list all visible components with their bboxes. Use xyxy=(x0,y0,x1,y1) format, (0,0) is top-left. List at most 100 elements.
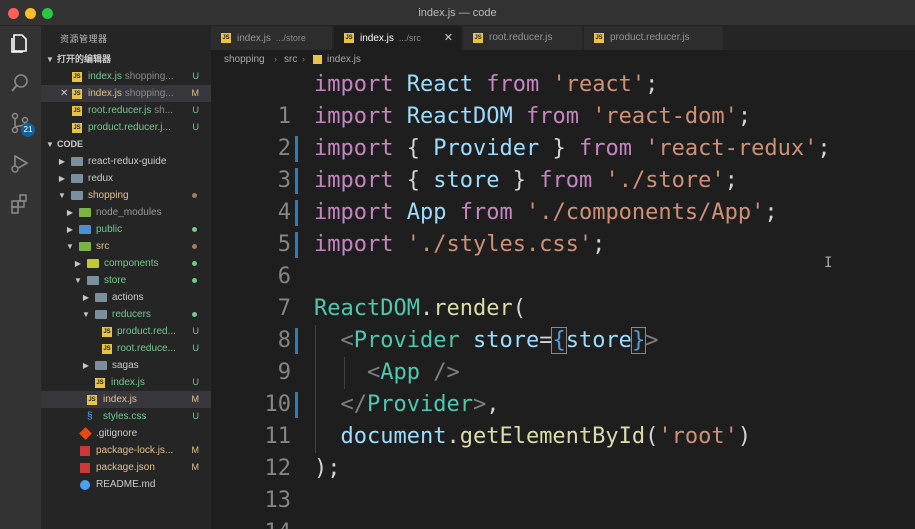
tree-folder[interactable]: ▼ store xyxy=(41,272,211,289)
tree-folder[interactable]: ▶ redux xyxy=(41,170,211,187)
search-icon[interactable] xyxy=(9,72,31,94)
open-editor-item[interactable]: JS product.reducer.j... U xyxy=(41,119,211,136)
close-tab-icon[interactable]: ✕ xyxy=(444,26,453,50)
code-line: 10 <App /> xyxy=(211,357,915,417)
code-line: 4 import { store } from './store'; xyxy=(211,165,915,225)
title-bar: index.js — code xyxy=(0,0,915,26)
git-modified-gutter xyxy=(295,392,298,418)
open-editor-item[interactable]: ✕ JS index.js shopping... M xyxy=(41,85,211,102)
tree-file[interactable]: § styles.css U xyxy=(41,408,211,425)
code-line: 8 ReactDOM.render( xyxy=(211,293,915,353)
css-file-icon: § xyxy=(87,411,93,422)
tree-file[interactable]: package-lock.js... M xyxy=(41,442,211,459)
git-modified-gutter xyxy=(295,328,298,354)
open-editor-item[interactable]: JS root.reducer.js sh... U xyxy=(41,102,211,119)
breadcrumb-separator: › xyxy=(302,54,305,64)
breadcrumb-item[interactable]: src xyxy=(284,50,297,69)
tab-root-reducer[interactable]: JS root.reducer.js xyxy=(463,26,583,50)
folder-open-icon xyxy=(79,242,91,251)
code-line: 7 xyxy=(211,261,915,321)
open-editor-item[interactable]: JS index.js shopping... U xyxy=(41,68,211,85)
untracked-dot xyxy=(192,227,197,232)
js-file-icon: JS xyxy=(344,33,354,43)
chevron-down-icon: ▼ xyxy=(46,55,54,64)
js-file-icon: JS xyxy=(95,378,105,388)
git-modified-gutter xyxy=(295,136,298,162)
git-file-icon xyxy=(79,427,92,440)
git-modified-gutter xyxy=(295,200,298,226)
tree-folder[interactable]: ▶ sagas xyxy=(41,357,211,374)
close-icon[interactable]: ✕ xyxy=(60,85,68,102)
chevron-right-icon: ▶ xyxy=(66,208,74,217)
tab-index-src[interactable]: JS index.js .../src ✕ xyxy=(334,26,462,50)
code-line: 3 import { Provider } from 'react-redux'… xyxy=(211,133,915,193)
code-line: 13 ); xyxy=(211,453,915,513)
chevron-down-icon: ▼ xyxy=(74,276,82,285)
breadcrumb-separator: › xyxy=(274,54,277,64)
tree-file[interactable]: JS product.red... U xyxy=(41,323,211,340)
chevron-right-icon: ▶ xyxy=(74,259,82,268)
git-modified-gutter xyxy=(295,168,298,194)
folder-icon xyxy=(79,225,91,234)
chevron-down-icon: ▼ xyxy=(82,310,90,319)
js-file-icon: JS xyxy=(102,327,112,337)
breadcrumb-item[interactable]: index.js xyxy=(327,50,361,69)
tree-folder[interactable]: ▶ actions xyxy=(41,289,211,306)
line-number: 14 xyxy=(241,517,292,529)
code-line: 14 xyxy=(211,485,915,529)
folder-open-icon xyxy=(95,310,107,319)
chevron-right-icon: ▶ xyxy=(66,225,74,234)
tree-folder[interactable]: ▶ components xyxy=(41,255,211,272)
tree-folder[interactable]: ▶ react-redux-guide xyxy=(41,153,211,170)
code-line: 2 import ReactDOM from 'react-dom'; xyxy=(211,101,915,161)
window-title: index.js — code xyxy=(418,7,497,19)
activity-bar: 21 xyxy=(0,26,41,529)
folder-icon xyxy=(71,174,83,183)
npm-file-icon xyxy=(80,446,90,456)
extensions-icon[interactable] xyxy=(9,192,31,214)
code-editor[interactable]: 1 import React from 'react'; 2 import Re… xyxy=(211,69,915,529)
code-line: 6 import './styles.css'; xyxy=(211,229,915,289)
tree-folder[interactable]: ▼ shopping xyxy=(41,187,211,204)
js-file-icon: JS xyxy=(473,33,483,43)
tree-file[interactable]: JS root.reduce... U xyxy=(41,340,211,357)
js-file-icon: JS xyxy=(72,72,82,82)
tree-file[interactable]: README.md xyxy=(41,476,211,493)
tree-folder[interactable]: ▶ node_modules xyxy=(41,204,211,221)
debug-icon[interactable] xyxy=(9,152,31,174)
code-line: 5 import App from './components/App'; xyxy=(211,197,915,257)
folder-open-icon xyxy=(71,191,83,200)
code-line: 11 </Provider>, xyxy=(211,389,915,449)
folder-icon xyxy=(95,361,107,370)
tree-folder[interactable]: ▶ public xyxy=(41,221,211,238)
tree-file[interactable]: package.json M xyxy=(41,459,211,476)
js-file-icon: JS xyxy=(594,33,604,43)
js-file-icon: JS xyxy=(87,395,97,405)
tree-folder[interactable]: ▼ reducers xyxy=(41,306,211,323)
chevron-down-icon: ▼ xyxy=(66,242,74,251)
untracked-dot xyxy=(192,278,197,283)
chevron-right-icon: ▶ xyxy=(58,174,66,183)
folder-icon xyxy=(71,157,83,166)
tree-file[interactable]: .gitignore xyxy=(41,425,211,442)
mouse-cursor-icon: I xyxy=(824,255,833,271)
folder-icon xyxy=(87,259,99,268)
tab-product-reducer[interactable]: JS product.reducer.js xyxy=(584,26,724,50)
chevron-down-icon: ▼ xyxy=(58,191,66,200)
explorer-title: 资源管理器 xyxy=(60,34,108,44)
tab-index-store[interactable]: JS index.js .../store xyxy=(211,26,333,50)
open-editors-header[interactable]: ▼ 打开的编辑器 xyxy=(41,51,211,68)
breadcrumb: shopping › src › index.js xyxy=(211,50,915,69)
chevron-down-icon: ▼ xyxy=(46,140,54,149)
breadcrumb-item[interactable]: shopping xyxy=(224,50,265,69)
folder-open-icon xyxy=(87,276,99,285)
tree-file[interactable]: JS index.js U xyxy=(41,374,211,391)
files-icon[interactable] xyxy=(9,32,31,54)
markdown-file-icon xyxy=(80,480,90,490)
js-file-icon: JS xyxy=(72,123,82,133)
tree-folder[interactable]: ▼ src xyxy=(41,238,211,255)
tree-file[interactable]: JS index.js M xyxy=(41,391,211,408)
chevron-right-icon: ▶ xyxy=(82,361,90,370)
workspace-header[interactable]: ▼ CODE xyxy=(41,136,211,153)
js-file-icon: JS xyxy=(221,33,231,43)
